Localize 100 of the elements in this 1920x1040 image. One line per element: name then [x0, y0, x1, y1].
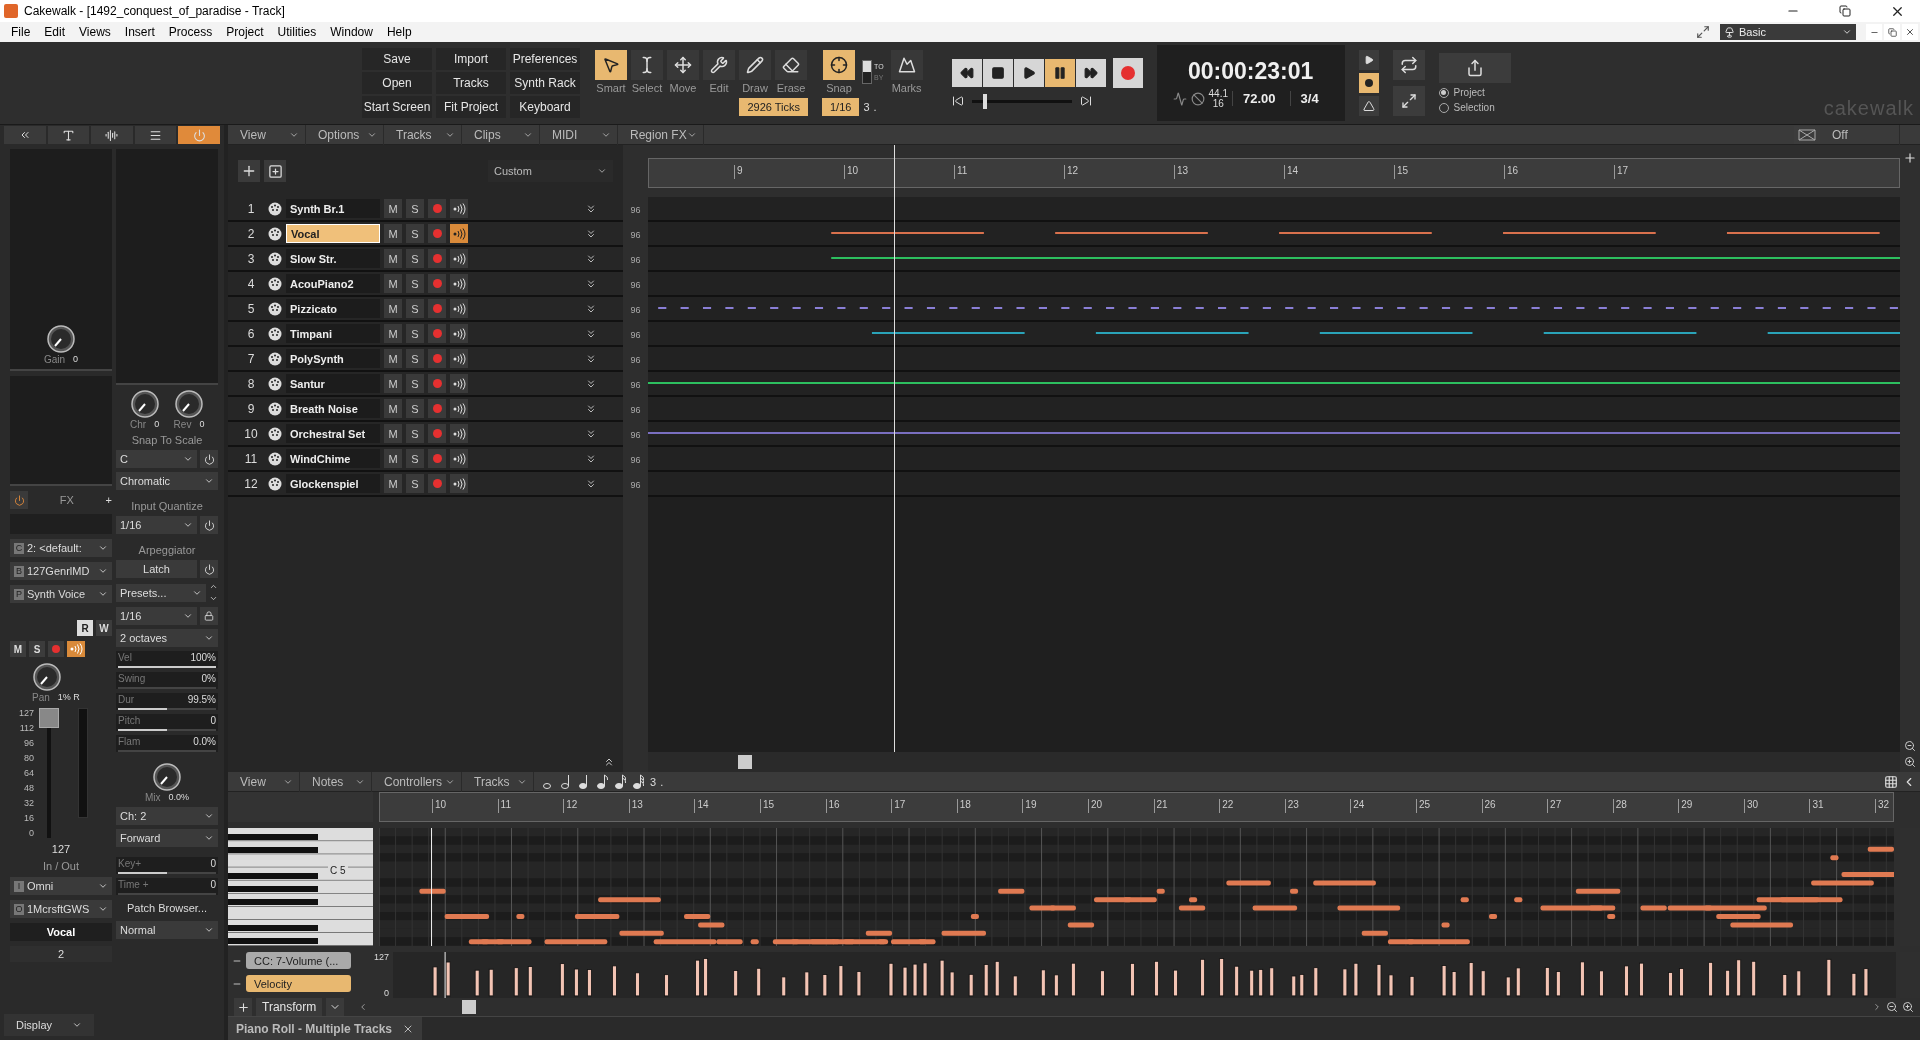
mute-button[interactable]: M	[384, 249, 402, 268]
view-menu[interactable]: Notes	[300, 771, 372, 792]
track-expand-icon[interactable]	[585, 252, 597, 265]
input-echo-button[interactable]	[67, 641, 85, 657]
track-name-field[interactable]: Slow Str.	[286, 249, 380, 268]
patch-dropdown[interactable]: P Synth Voice	[10, 585, 112, 603]
read-automation-button[interactable]: R	[77, 620, 93, 636]
mute-button[interactable]: M	[384, 324, 402, 343]
solo-button[interactable]: S	[406, 399, 424, 418]
menu-item[interactable]: Help	[379, 25, 419, 39]
parameter-slider[interactable]: Flam 0.0%	[116, 735, 218, 752]
nudge-dropdown[interactable]: 2926 Ticks	[739, 98, 808, 116]
reverb-knob[interactable]	[174, 389, 204, 419]
track-expand-icon[interactable]	[585, 277, 597, 290]
menu-item[interactable]: Project	[219, 25, 271, 39]
mute-button[interactable]: M	[384, 424, 402, 443]
view-menu[interactable]: Controllers	[372, 771, 462, 792]
fx-add-button[interactable]: +	[105, 494, 112, 506]
layout-dropdown[interactable]: Custom	[488, 160, 613, 182]
view-tab[interactable]: Piano Roll - Multiple Tracks	[228, 1017, 423, 1040]
track-expand-icon[interactable]	[585, 352, 597, 365]
close-button[interactable]	[1902, 24, 1918, 40]
mix-knob[interactable]	[152, 762, 182, 792]
view-menu[interactable]: Tracks	[384, 124, 462, 145]
view-menu[interactable]: Clips	[462, 124, 540, 145]
lane-options-button[interactable]	[326, 998, 345, 1016]
mute-button[interactable]: M	[384, 399, 402, 418]
mode-dropdown[interactable]: Normal	[116, 921, 218, 939]
pan-knob[interactable]	[32, 662, 62, 692]
input-echo-button[interactable]	[450, 199, 468, 218]
input-echo-button[interactable]	[450, 224, 468, 243]
collapse-icon[interactable]	[603, 756, 615, 768]
rewind-button[interactable]	[951, 58, 982, 87]
mute-button[interactable]: M	[10, 641, 26, 657]
mute-button[interactable]: M	[384, 449, 402, 468]
input-echo-button[interactable]	[450, 249, 468, 268]
range-dropdown[interactable]: 2 octaves	[116, 629, 218, 647]
parameter-slider[interactable]: Dur 99.5%	[116, 693, 218, 710]
scale-dropdown[interactable]: Chromatic	[116, 472, 218, 490]
toolbar-button[interactable]: Save	[362, 48, 432, 70]
zoom-out-icon[interactable]	[1904, 740, 1916, 752]
mute-button[interactable]: M	[384, 474, 402, 493]
input-echo-button[interactable]	[450, 449, 468, 468]
view-menu[interactable]: Options	[306, 124, 384, 145]
output-dropdown[interactable]: O 1McrsftGWS	[10, 900, 112, 918]
add-lane-button[interactable]	[234, 998, 252, 1016]
snap-offset-dropdown[interactable]: Off	[1820, 124, 1900, 145]
input-echo-button[interactable]	[450, 349, 468, 368]
add-lane-icon[interactable]	[1903, 151, 1917, 165]
mute-button[interactable]: M	[384, 274, 402, 293]
menu-item[interactable]: File	[4, 25, 38, 39]
thirtysecond-note-icon[interactable]	[632, 773, 646, 790]
up-icon[interactable]	[209, 582, 218, 591]
offset-slider[interactable]: Time + 0	[116, 878, 218, 895]
menu-item[interactable]: Insert	[117, 25, 162, 39]
menu-item[interactable]: Utilities	[270, 25, 324, 39]
track-name-field[interactable]: WindChime	[286, 449, 380, 468]
view-menu[interactable]: Tracks	[462, 771, 534, 792]
track-name-field[interactable]: Vocal	[286, 224, 380, 243]
offset-slider[interactable]: Key+ 0	[116, 857, 218, 874]
zoom-in-icon[interactable]	[1902, 1001, 1914, 1013]
play-from-button[interactable]	[1358, 50, 1379, 70]
menu-item[interactable]: Edit	[37, 25, 73, 39]
mute-button[interactable]: M	[384, 224, 402, 243]
controller-lane-button[interactable]: CC: 7-Volume (...	[246, 952, 351, 969]
view-menu[interactable]: View	[228, 771, 300, 792]
parameter-slider[interactable]: Vel 100%	[116, 651, 218, 668]
input-echo-button[interactable]	[450, 424, 468, 443]
solo-button[interactable]: S	[406, 224, 424, 243]
zoom-in-icon[interactable]	[1904, 756, 1916, 768]
tempo-value[interactable]: 72.00	[1232, 91, 1286, 106]
track-name-field[interactable]: Vocal	[10, 923, 112, 941]
mute-button[interactable]: M	[384, 199, 402, 218]
solo-button[interactable]: S	[406, 349, 424, 368]
eighth-note-icon[interactable]	[596, 773, 610, 790]
solo-button[interactable]: S	[406, 424, 424, 443]
input-echo-button[interactable]	[450, 299, 468, 318]
track-expand-icon[interactable]	[585, 402, 597, 415]
solo-button[interactable]: S	[406, 324, 424, 343]
power-button[interactable]	[200, 516, 218, 534]
track-expand-icon[interactable]	[585, 302, 597, 315]
track-expand-icon[interactable]	[585, 227, 597, 240]
toolbar-button[interactable]: Fit Project	[436, 96, 506, 118]
preset-dropdown[interactable]: Presets...	[116, 583, 206, 602]
parameter-slider[interactable]: Swing 0%	[116, 672, 218, 689]
solo-button[interactable]: S	[29, 641, 45, 657]
export-button[interactable]	[1438, 53, 1511, 83]
solo-button[interactable]: S	[406, 474, 424, 493]
channel-dropdown[interactable]: Ch: 2	[116, 807, 218, 825]
zoom-out-icon[interactable]	[1886, 1001, 1898, 1013]
track-name-field[interactable]: AcouPiano2	[286, 274, 380, 293]
scroll-right-icon[interactable]	[1872, 1002, 1882, 1012]
menu-item[interactable]: Views	[72, 25, 118, 39]
input-echo-button[interactable]	[450, 399, 468, 418]
track-expand-icon[interactable]	[585, 327, 597, 340]
solo-button[interactable]: S	[406, 199, 424, 218]
triplet-toggle[interactable]: 3	[650, 775, 657, 788]
record-mode-button[interactable]	[1358, 73, 1379, 93]
power-button[interactable]	[200, 560, 218, 578]
solo-button[interactable]: S	[406, 274, 424, 293]
